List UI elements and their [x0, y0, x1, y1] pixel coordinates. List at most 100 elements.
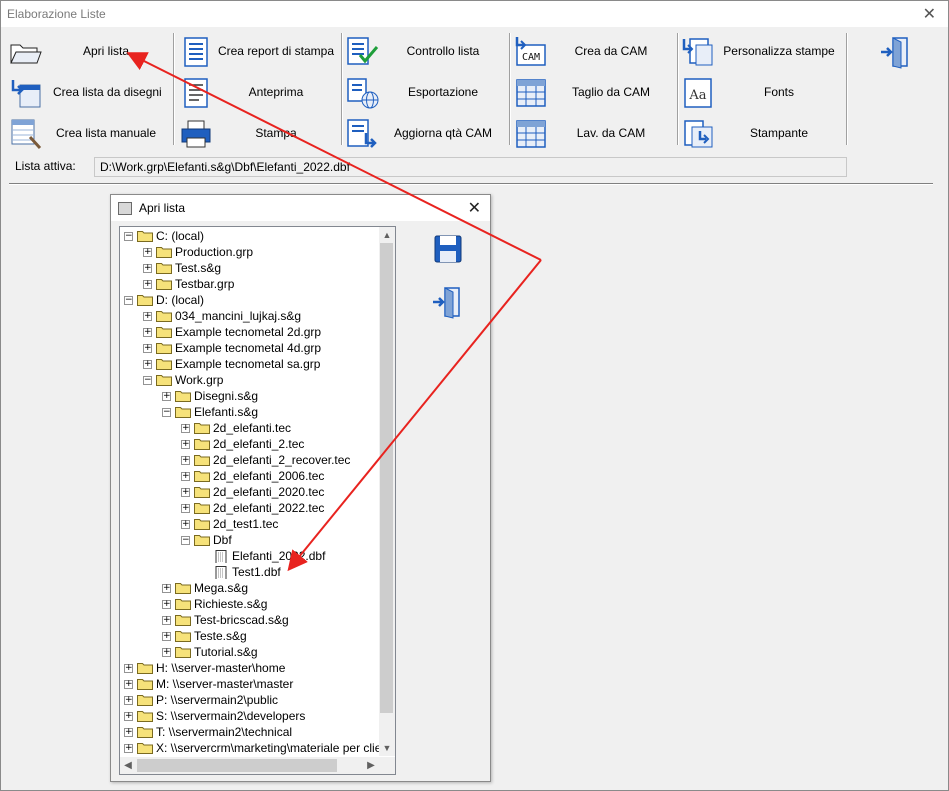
- expand-icon[interactable]: +: [124, 680, 133, 689]
- aggiorna-qta-cam-button[interactable]: Aggiorna qtà CAM: [346, 115, 506, 151]
- tree-item-label: Test.s&g: [175, 261, 222, 275]
- cam-icon-text: CAM: [522, 52, 540, 63]
- folder-tree[interactable]: − C: (local) + Production.grp + Test.s&g + Test…: [119, 226, 396, 775]
- scroll-corner: [379, 757, 395, 774]
- exit-door-icon[interactable]: [879, 35, 913, 69]
- expand-icon[interactable]: +: [162, 616, 171, 625]
- folder-icon: [156, 327, 172, 338]
- expand-icon[interactable]: +: [124, 696, 133, 705]
- font-icon-text: Aa: [688, 88, 706, 103]
- table-icon: [516, 120, 546, 148]
- crea-da-cam-button[interactable]: CAM Crea da CAM: [514, 33, 674, 69]
- collapse-icon[interactable]: −: [124, 296, 133, 305]
- taglio-da-cam-button[interactable]: Taglio da CAM: [514, 74, 674, 110]
- expand-icon[interactable]: +: [124, 744, 133, 753]
- cam-icon: CAM: [515, 37, 546, 66]
- stampa-button[interactable]: Stampa: [179, 115, 339, 151]
- window-title: Elaborazione Liste: [7, 7, 106, 21]
- collapse-icon[interactable]: −: [181, 536, 190, 545]
- expand-icon[interactable]: +: [162, 584, 171, 593]
- save-icon[interactable]: [431, 232, 465, 266]
- crea-report-di-stampa-label: Crea report di stampa: [217, 44, 335, 58]
- esportazione-button[interactable]: Esportazione: [346, 74, 506, 110]
- exit-door-icon[interactable]: [431, 285, 465, 319]
- active-list-label: Lista attiva:: [15, 159, 76, 173]
- scroll-down-arrow[interactable]: ▼: [379, 740, 395, 756]
- customize-print-icon: [682, 38, 713, 66]
- expand-icon[interactable]: +: [181, 488, 190, 497]
- folder-icon: [137, 663, 153, 674]
- manual-list-icon: [11, 119, 42, 150]
- personalizza-stampe-button[interactable]: Personalizza stampe: [682, 33, 842, 69]
- stampante-button[interactable]: Stampante: [682, 115, 842, 151]
- crea-lista-da-disegni-label: Crea lista da disegni: [53, 85, 162, 99]
- expand-icon[interactable]: +: [181, 456, 190, 465]
- folder-icon: [194, 487, 210, 498]
- expand-icon[interactable]: +: [181, 440, 190, 449]
- folder-icon: [137, 743, 153, 754]
- expand-icon[interactable]: +: [143, 360, 152, 369]
- tree-item-label: 2d_test1.tec: [213, 517, 279, 531]
- open-folder-icon: [10, 44, 42, 64]
- tree-item-label: Example tecnometal sa.grp: [175, 357, 321, 371]
- anteprima-button[interactable]: Anteprima: [179, 74, 339, 110]
- scroll-thumb[interactable]: [380, 243, 393, 713]
- controllo-lista-button[interactable]: Controllo lista: [346, 33, 506, 69]
- expand-icon[interactable]: +: [181, 520, 190, 529]
- lav-da-cam-button[interactable]: Lav. da CAM: [514, 115, 674, 151]
- check-list-icon: [347, 37, 379, 65]
- expand-icon[interactable]: +: [181, 504, 190, 513]
- scroll-thumb[interactable]: [137, 759, 337, 772]
- expand-icon[interactable]: +: [124, 664, 133, 673]
- expand-icon[interactable]: +: [143, 344, 152, 353]
- expand-icon[interactable]: +: [162, 392, 171, 401]
- tree-item-label: Testbar.grp: [175, 277, 235, 291]
- open-folder-icon: [175, 407, 191, 418]
- expand-icon[interactable]: +: [181, 472, 190, 481]
- list-from-drawings-icon: [11, 80, 41, 108]
- expand-icon[interactable]: +: [162, 632, 171, 641]
- collapse-icon[interactable]: −: [143, 376, 152, 385]
- scroll-left-arrow[interactable]: ◀: [120, 757, 136, 774]
- dialog-title: Apri lista: [139, 201, 186, 215]
- open-folder-icon: [156, 375, 172, 386]
- expand-icon[interactable]: +: [143, 280, 152, 289]
- expand-icon[interactable]: +: [124, 728, 133, 737]
- active-list-path: D:\Work.grp\Elefanti.s&g\Dbf\Elefanti_20…: [94, 157, 847, 177]
- horizontal-scrollbar[interactable]: ◀ ▶: [120, 757, 379, 774]
- tree-item-label: H: \\server-master\home: [156, 661, 286, 675]
- expand-icon[interactable]: +: [143, 248, 152, 257]
- crea-lista-da-disegni-button[interactable]: Crea lista da disegni: [9, 74, 169, 110]
- tree-item-label: Example tecnometal 4d.grp: [175, 341, 322, 355]
- folder-icon: [156, 359, 172, 370]
- vertical-scrollbar[interactable]: ▲ ▼: [379, 227, 395, 756]
- tree-item-label: 2d_elefanti_2_recover.tec: [213, 453, 351, 467]
- expand-icon[interactable]: +: [181, 424, 190, 433]
- expand-icon[interactable]: +: [143, 264, 152, 273]
- close-window-button[interactable]: ✕: [923, 4, 936, 24]
- report-icon: [184, 37, 208, 67]
- expand-icon[interactable]: +: [162, 600, 171, 609]
- folder-icon: [137, 695, 153, 706]
- crea-lista-manuale-button[interactable]: Crea lista manuale: [9, 115, 169, 151]
- controllo-lista-label: Controllo lista: [406, 44, 480, 58]
- tree-item-label: X: \\servercrm\marketing\materiale per c…: [156, 741, 396, 755]
- personalizza-stampe-label: Personalizza stampe: [723, 44, 835, 58]
- crea-da-cam-label: Crea da CAM: [574, 44, 648, 58]
- expand-icon[interactable]: +: [143, 312, 152, 321]
- expand-icon[interactable]: +: [124, 712, 133, 721]
- aggiorna-qta-cam-label: Aggiorna qtà CAM: [393, 126, 493, 140]
- apri-lista-button[interactable]: Apri lista: [9, 33, 169, 69]
- collapse-icon[interactable]: −: [124, 232, 133, 241]
- close-dialog-button[interactable]: ✕: [468, 198, 481, 218]
- collapse-icon[interactable]: −: [162, 408, 171, 417]
- crea-report-di-stampa-button[interactable]: Crea report di stampa: [179, 33, 339, 69]
- tree-item-label: 034_mancini_lujkaj.s&g: [175, 309, 302, 323]
- expand-icon[interactable]: +: [143, 328, 152, 337]
- expand-icon[interactable]: +: [162, 648, 171, 657]
- scroll-right-arrow[interactable]: ▶: [363, 757, 379, 774]
- scroll-up-arrow[interactable]: ▲: [379, 227, 395, 243]
- folder-icon: [156, 343, 172, 354]
- fonts-button[interactable]: Aa Fonts: [682, 74, 842, 110]
- preview-icon: [184, 78, 208, 108]
